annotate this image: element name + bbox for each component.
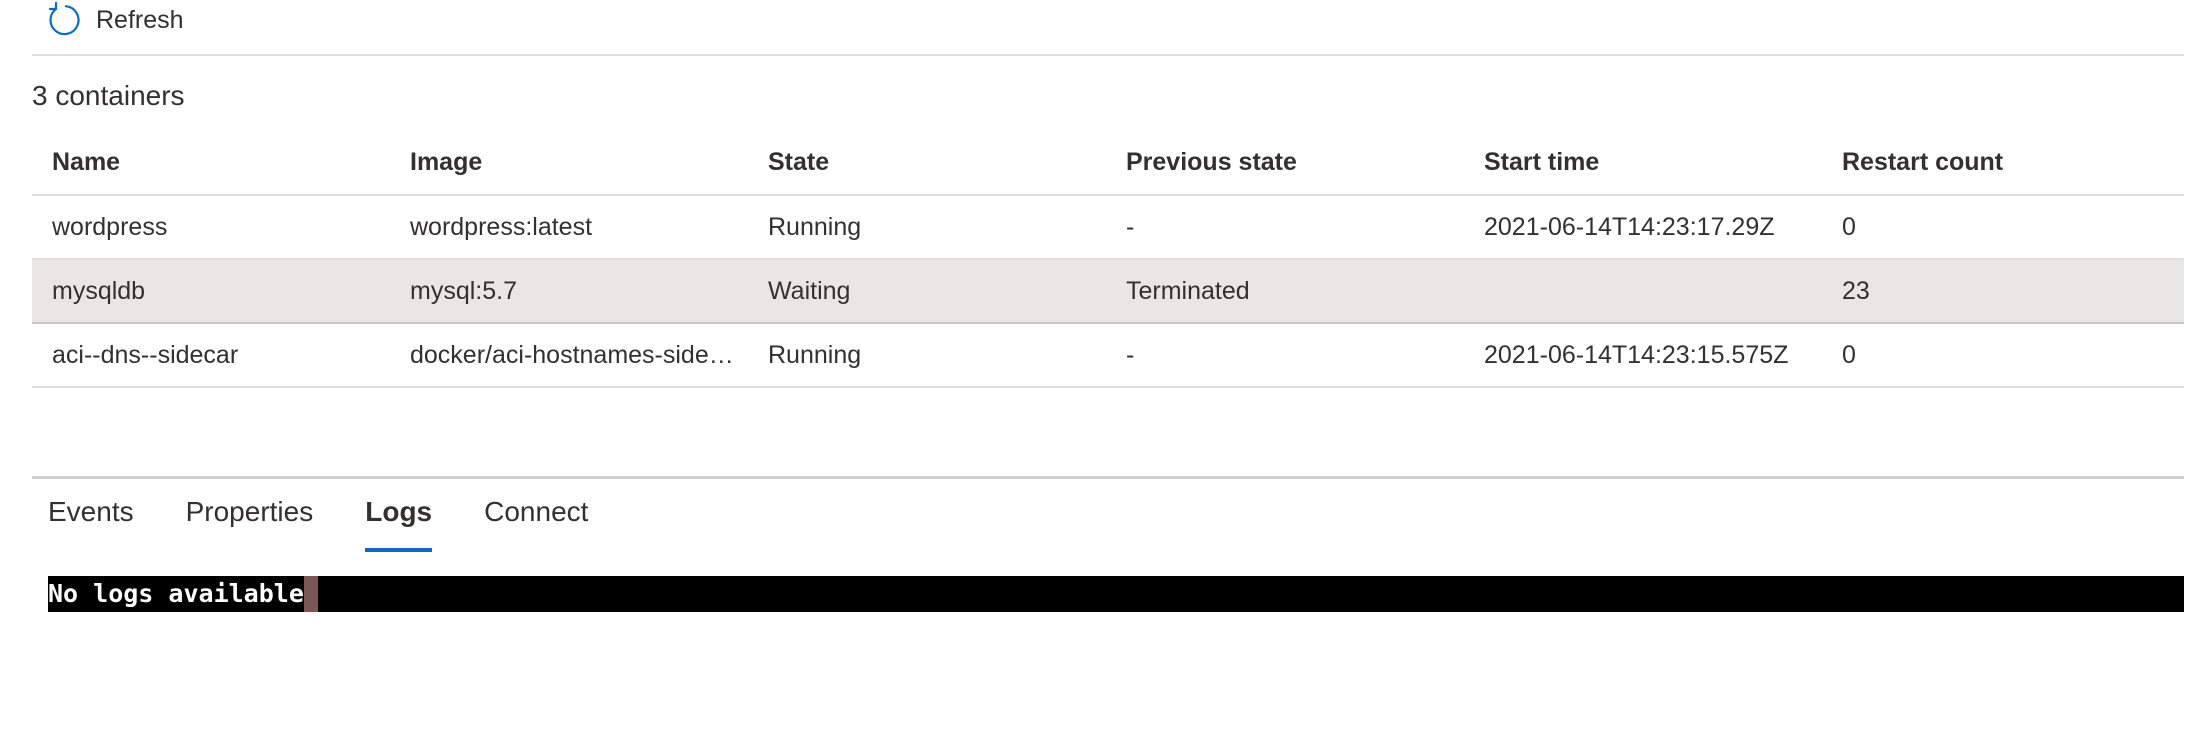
tab-events[interactable]: Events bbox=[48, 496, 134, 550]
cell-previous-state: - bbox=[1126, 340, 1135, 369]
cell-image: wordpress:latest bbox=[390, 213, 748, 242]
cell-previous-state: - bbox=[1126, 212, 1135, 241]
logs-console[interactable]: No logs available bbox=[48, 576, 2184, 612]
column-header-start-time[interactable]: Start time bbox=[1464, 148, 1822, 177]
cell-state: Running bbox=[768, 340, 862, 369]
detail-tabs: Events Properties Logs Connect bbox=[48, 496, 588, 552]
refresh-label: Refresh bbox=[96, 5, 184, 34]
cell-state: Waiting bbox=[768, 276, 851, 305]
refresh-icon bbox=[46, 2, 82, 38]
cell-restart-count: 0 bbox=[1842, 340, 1856, 369]
container-count: 3 containers bbox=[32, 80, 185, 111]
column-header-state[interactable]: State bbox=[748, 148, 1106, 177]
cell-name: mysqldb bbox=[52, 276, 146, 305]
tab-logs[interactable]: Logs bbox=[365, 496, 432, 552]
cell-name: wordpress bbox=[52, 212, 168, 241]
cell-restart-count: 0 bbox=[1842, 212, 1856, 241]
cell-state: Running bbox=[768, 212, 862, 241]
containers-table: Name Image State Previous state Start ti… bbox=[32, 130, 2184, 388]
tab-connect[interactable]: Connect bbox=[484, 496, 588, 550]
cell-image-text: wordpress:latest bbox=[410, 212, 593, 241]
column-header-restart-count[interactable]: Restart count bbox=[1822, 148, 2184, 177]
refresh-button[interactable]: Refresh bbox=[46, 2, 184, 38]
console-cursor bbox=[303, 576, 318, 612]
column-header-previous-state[interactable]: Previous state bbox=[1106, 148, 1464, 177]
tab-properties[interactable]: Properties bbox=[186, 496, 314, 550]
cell-previous-state: Terminated bbox=[1126, 276, 1250, 305]
cell-image: docker/aci-hostnames-side… bbox=[390, 341, 748, 370]
cell-start-time: 2021-06-14T14:23:17.29Z bbox=[1484, 212, 1775, 241]
table-row[interactable]: aci--dns--sidecar docker/aci-hostnames-s… bbox=[32, 324, 2184, 388]
cell-image-text: mysql:5.7 bbox=[410, 276, 517, 305]
table-header-row: Name Image State Previous state Start ti… bbox=[32, 130, 2184, 196]
table-row-selected[interactable]: mysqldb mysql:5.7 Waiting Terminated 23 bbox=[32, 260, 2184, 324]
cell-image: mysql:5.7 bbox=[390, 277, 748, 306]
table-row[interactable]: wordpress wordpress:latest Running - 202… bbox=[32, 196, 2184, 260]
column-header-name[interactable]: Name bbox=[32, 148, 390, 177]
cell-name: aci--dns--sidecar bbox=[52, 340, 239, 369]
section-divider bbox=[32, 476, 2184, 479]
column-header-image[interactable]: Image bbox=[390, 148, 748, 177]
cell-start-time: 2021-06-14T14:23:15.575Z bbox=[1484, 340, 1789, 369]
toolbar: Refresh bbox=[32, 0, 2184, 56]
cell-image-text: docker/aci-hostnames-side… bbox=[410, 340, 734, 369]
cell-restart-count: 23 bbox=[1842, 276, 1870, 305]
console-text: No logs available bbox=[48, 579, 304, 608]
